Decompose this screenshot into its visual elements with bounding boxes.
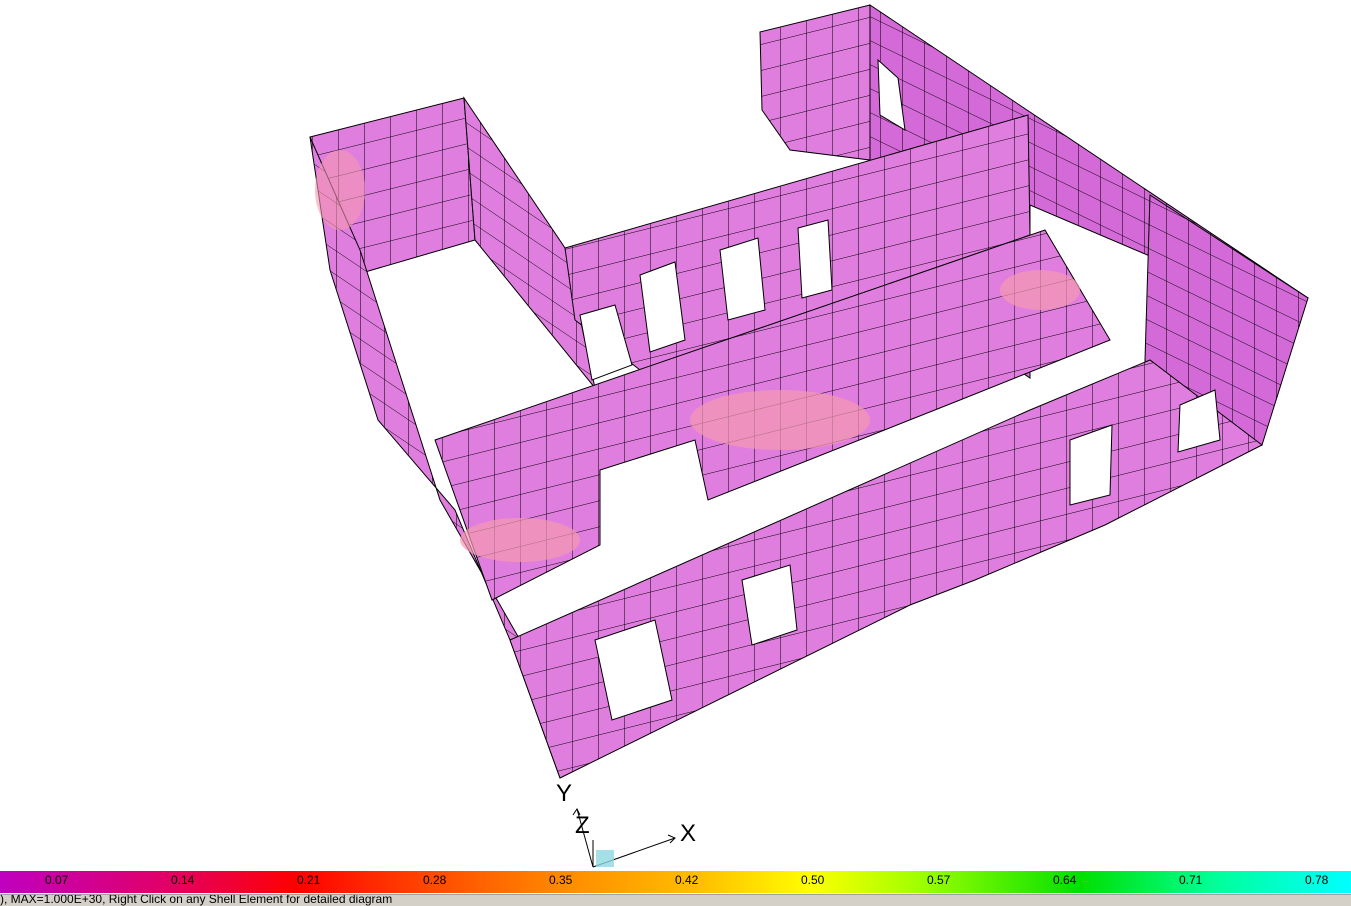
legend-tick: 0.57 [927,873,951,887]
legend-tick: 0.28 [423,873,447,887]
status-text: ), MAX=1.000E+30, Right Click on any She… [0,894,393,906]
legend-tick: 0.64 [1053,873,1077,887]
axis-triad-icon [572,808,676,868]
wall-upper-left-side[interactable] [463,96,596,389]
stress-zone [315,150,365,230]
wall-back-top[interactable] [759,4,871,161]
window-opening [741,564,798,646]
stress-zone [1000,270,1080,310]
window-opening [719,237,766,321]
legend-tick: 0.50 [801,873,825,887]
legend-tick: 0.07 [45,873,69,887]
legend-tick: 0.35 [549,873,573,887]
stress-zone [690,390,870,450]
stress-zone [460,518,580,562]
deformed-shell-model[interactable] [0,0,1351,870]
window-opening [797,219,833,299]
stress-color-legend: 0.07 0.14 0.21 0.28 0.35 0.42 0.50 0.57 … [0,871,1351,893]
legend-tick: 0.14 [171,873,195,887]
legend-tick: 0.78 [1305,873,1329,887]
model-viewport[interactable]: Y Z X [0,0,1351,870]
legend-tick: 0.42 [675,873,699,887]
legend-tick: 0.21 [297,873,321,887]
status-bar: ), MAX=1.000E+30, Right Click on any She… [0,894,1351,906]
legend-tick: 0.71 [1179,873,1203,887]
